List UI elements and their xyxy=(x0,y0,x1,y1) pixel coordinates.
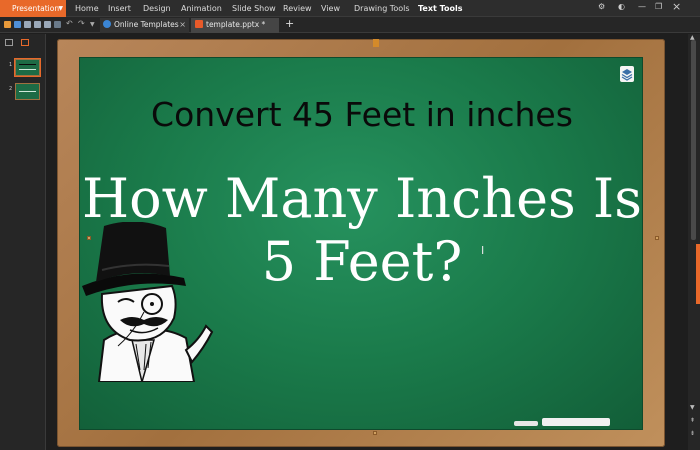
save-icon[interactable] xyxy=(14,21,21,28)
print-icon[interactable] xyxy=(34,21,41,28)
redo-icon[interactable]: ↷ xyxy=(78,19,85,28)
resize-handle[interactable] xyxy=(373,431,377,435)
preview-icon[interactable] xyxy=(44,21,51,28)
settings-icon[interactable]: ⚙ xyxy=(598,2,605,11)
slides-view-icon[interactable] xyxy=(21,39,29,46)
minimize-icon[interactable]: — xyxy=(638,2,646,11)
outline-view-icon[interactable] xyxy=(5,39,13,46)
tab-template-file[interactable]: template.pptx * xyxy=(191,18,279,33)
skin-icon[interactable]: ◐ xyxy=(618,2,625,11)
chevron-down-icon: ▼ xyxy=(58,5,63,12)
slide-thumbnail-1[interactable] xyxy=(14,58,41,77)
tab-design[interactable]: Design xyxy=(143,4,171,13)
chalk-piece xyxy=(542,418,610,426)
slide-thumbnail-2[interactable] xyxy=(15,83,40,100)
slide-canvas[interactable]: Convert 45 Feet in inches How Many Inche… xyxy=(47,34,687,450)
tab-view[interactable]: View xyxy=(321,4,340,13)
tab-drawing-tools[interactable]: Drawing Tools xyxy=(354,4,410,13)
menu-bar: Presentation ▼ Home Insert Design Animat… xyxy=(0,0,700,17)
close-tab-icon[interactable]: × xyxy=(179,20,186,29)
scrollbar-position-marker xyxy=(696,244,700,304)
pptx-file-icon xyxy=(195,20,203,28)
open-icon[interactable] xyxy=(4,21,11,28)
wooden-frame: Convert 45 Feet in inches How Many Inche… xyxy=(57,39,665,447)
tab-template-file-label: template.pptx * xyxy=(206,20,266,29)
previous-slide-icon[interactable]: ⇞ xyxy=(690,417,695,424)
slide-title[interactable]: Convert 45 Feet in inches xyxy=(80,95,644,134)
tab-home[interactable]: Home xyxy=(75,4,99,13)
scrollbar-thumb[interactable] xyxy=(691,40,696,240)
vertical-scrollbar[interactable]: ▲ ▼ ⇞ ⇟ xyxy=(688,34,700,450)
close-icon[interactable]: × xyxy=(672,0,681,13)
slide-thumbnail-pane: 1 2 xyxy=(0,34,46,450)
next-slide-icon[interactable]: ⇟ xyxy=(690,430,695,437)
chalkboard: Convert 45 Feet in inches How Many Inche… xyxy=(79,57,643,430)
tab-online-templates[interactable]: Online Templates × xyxy=(100,18,189,33)
undo-icon[interactable]: ↶ xyxy=(66,19,73,28)
presentation-app: Presentation ▼ Home Insert Design Animat… xyxy=(0,0,700,450)
new-tab-button[interactable]: + xyxy=(285,17,294,30)
scroll-down-icon[interactable]: ▼ xyxy=(690,404,695,411)
presentation-menu-label: Presentation xyxy=(12,4,60,13)
resize-handle[interactable] xyxy=(655,236,659,240)
thumbnail-number: 2 xyxy=(9,86,13,92)
question-line-1[interactable]: How Many Inches Is xyxy=(80,167,644,230)
resize-handle[interactable] xyxy=(87,236,91,240)
tab-insert[interactable]: Insert xyxy=(108,4,131,13)
tab-review[interactable]: Review xyxy=(283,4,312,13)
layers-glyph xyxy=(621,69,633,81)
format-icon[interactable] xyxy=(54,21,61,28)
export-icon[interactable] xyxy=(24,21,31,28)
chalk-piece xyxy=(514,421,538,426)
layers-icon[interactable] xyxy=(620,66,634,82)
quick-access-toolbar: ↶ ↷ ▼ Online Templates × template.pptx *… xyxy=(0,17,700,33)
rotate-handle[interactable] xyxy=(373,39,379,47)
restore-icon[interactable]: ❐ xyxy=(655,2,662,11)
gentleman-meme-illustration xyxy=(82,222,214,382)
tab-animation[interactable]: Animation xyxy=(181,4,222,13)
customize-dropdown-icon[interactable]: ▼ xyxy=(90,21,95,28)
tab-online-templates-label: Online Templates xyxy=(114,20,179,29)
presentation-menu-button[interactable]: Presentation ▼ xyxy=(0,0,66,17)
text-cursor-icon: I xyxy=(481,244,485,257)
tab-slide-show[interactable]: Slide Show xyxy=(232,4,276,13)
online-templates-icon xyxy=(103,20,111,28)
thumbnail-number: 1 xyxy=(9,62,13,68)
tab-text-tools[interactable]: Text Tools xyxy=(418,4,462,13)
